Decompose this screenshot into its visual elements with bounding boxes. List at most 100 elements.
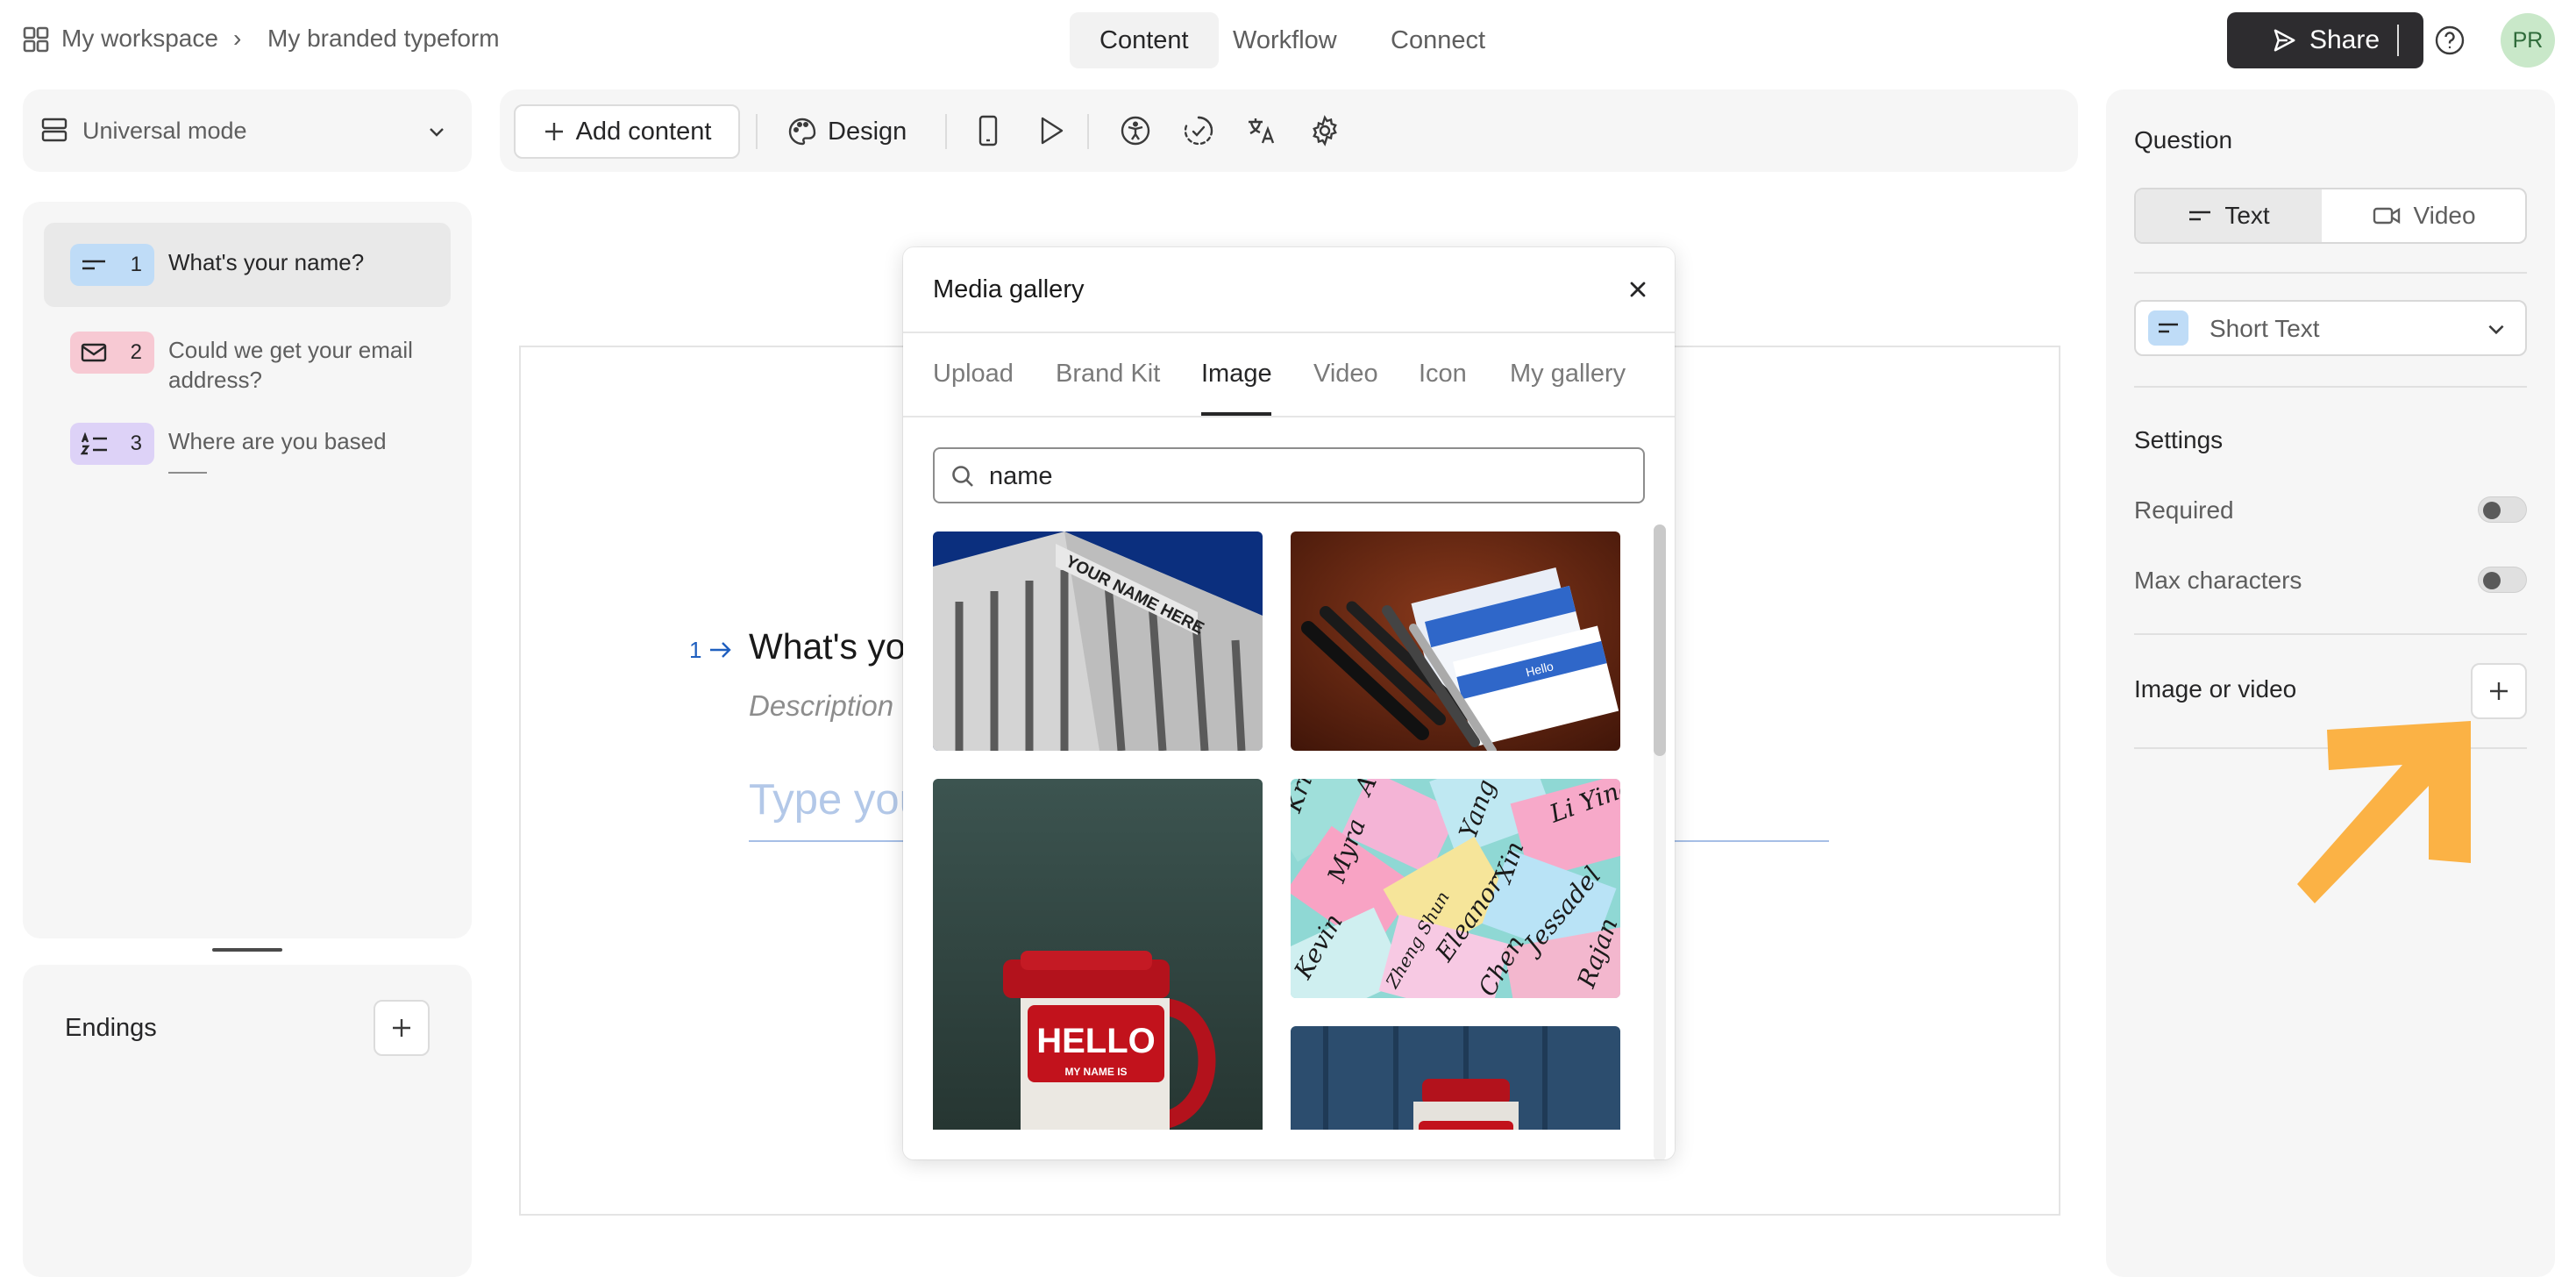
arrow-right-icon [708, 640, 733, 660]
toolbar-divider [1087, 114, 1089, 149]
mode-label: Universal mode [82, 118, 247, 144]
media-gallery-title: Media gallery [933, 275, 1085, 303]
question-heading: Question [2134, 126, 2233, 153]
question-number: 1 [130, 253, 142, 276]
question-type-label: Short Text [2210, 315, 2320, 342]
close-icon[interactable] [1627, 279, 1648, 300]
question-number: 2 [130, 340, 142, 364]
text-toggle-button[interactable]: Text [2136, 189, 2322, 242]
annotation-arrow-icon [2297, 721, 2490, 905]
gallery-tab-image[interactable]: Image [1201, 360, 1272, 389]
max-characters-label: Max characters [2134, 567, 2302, 594]
gallery-image-sticky-names[interactable]: Kristen Myra Kevin Eleanor Li Yina Xin J… [1291, 779, 1620, 998]
gallery-tab-video[interactable]: Video [1313, 360, 1378, 389]
question-item-2[interactable]: 2 Could we get your email address? [44, 310, 451, 398]
share-button[interactable]: Share [2227, 12, 2423, 68]
header-divider [903, 332, 1675, 333]
gallery-image-name-tags[interactable]: Hello [1291, 531, 1620, 751]
dropdown-list-icon [81, 432, 107, 455]
gear-icon[interactable] [1306, 112, 1343, 149]
image-or-video-label: Image or video [2134, 675, 2297, 703]
gallery-scrollbar-thumb[interactable] [1654, 524, 1666, 756]
question-badge: 2 [70, 332, 154, 374]
question-text: Could we get your email address? [168, 337, 413, 393]
questions-list: 1 What's your name? 2 Could we get your … [23, 202, 472, 938]
settings-heading: Settings [2134, 426, 2224, 453]
toggle-knob [2483, 572, 2501, 589]
max-characters-toggle[interactable] [2478, 567, 2527, 593]
add-content-label: Add content [575, 117, 712, 146]
video-toggle-button[interactable]: Video [2322, 189, 2527, 242]
help-icon[interactable] [2434, 25, 2466, 56]
mug-subtitle-text: MY NAME IS [1064, 1066, 1127, 1078]
tab-content[interactable]: Content [1070, 12, 1219, 68]
translate-icon[interactable] [1243, 112, 1280, 149]
apps-grid-icon[interactable] [23, 26, 49, 53]
editor-toolbar: Add content Design [500, 89, 2078, 172]
endings-label: Endings [65, 1014, 157, 1042]
mobile-preview-icon[interactable] [970, 112, 1007, 149]
gallery-footer [903, 1130, 1675, 1159]
required-label: Required [2134, 496, 2234, 524]
question-type-dropdown[interactable]: Short Text [2134, 300, 2527, 356]
text-toggle-label: Text [2224, 202, 2270, 229]
question-badge: 3 [70, 423, 154, 465]
mug-hello-text: HELLO [1036, 1022, 1156, 1060]
gallery-tab-icon[interactable]: Icon [1419, 360, 1467, 389]
endings-panel: Endings [23, 965, 472, 1277]
add-content-button[interactable]: Add content [514, 104, 740, 159]
video-camera-icon [2373, 207, 2401, 225]
question-text: What's your name? [168, 249, 365, 275]
design-button[interactable]: Design [787, 104, 907, 159]
play-icon[interactable] [1033, 112, 1070, 149]
question-text-underline [168, 472, 207, 474]
mail-icon [81, 343, 107, 362]
question-item-3[interactable]: 3 Where are you based [44, 402, 451, 489]
search-input[interactable] [989, 458, 1603, 495]
gallery-tab-upload[interactable]: Upload [933, 360, 1014, 389]
canvas-question-title[interactable]: What's yo [749, 626, 906, 667]
top-bar: My workspace › My branded typeform Conte… [0, 0, 2576, 81]
gallery-tab-brand-kit[interactable]: Brand Kit [1056, 360, 1160, 389]
header-divider [2397, 25, 2399, 56]
required-toggle[interactable] [2478, 496, 2527, 523]
canvas-question-description[interactable]: Description [749, 689, 893, 723]
search-box[interactable] [933, 447, 1645, 503]
mode-selector[interactable]: Universal mode [23, 89, 472, 172]
short-text-icon [82, 260, 105, 270]
palette-icon [788, 118, 816, 146]
section-divider [2134, 272, 2527, 274]
share-label: Share [2309, 25, 2380, 54]
resize-handle[interactable] [212, 948, 282, 952]
media-gallery-dialog: Media gallery Upload Brand Kit Image Vid… [903, 247, 1675, 1159]
short-text-badge [2148, 310, 2188, 346]
question-number-indicator: 1 [689, 637, 702, 663]
chevron-down-icon [426, 121, 447, 142]
question-settings-panel: Question Text Video Short Text Settings … [2106, 89, 2555, 1277]
short-text-icon [2189, 210, 2211, 221]
tab-workflow[interactable]: Workflow [1203, 12, 1367, 68]
question-item-1[interactable]: 1 What's your name? [44, 223, 451, 307]
breadcrumb-separator: › [233, 25, 242, 52]
gallery-image-building[interactable]: YOUR NAME HERE [933, 531, 1263, 751]
gallery-scrollbar-track[interactable] [1654, 524, 1666, 1159]
loading-spinner-icon[interactable] [1180, 112, 1217, 149]
question-text: Where are you based [168, 428, 387, 454]
section-divider [2134, 386, 2527, 388]
design-label: Design [828, 117, 907, 146]
breadcrumb-form-name[interactable]: My branded typeform [267, 25, 500, 53]
add-image-or-video-button[interactable] [2471, 663, 2527, 719]
question-number: 3 [130, 432, 142, 455]
add-ending-button[interactable] [374, 1000, 430, 1056]
plus-icon [544, 123, 563, 140]
gallery-image-hello-mug[interactable]: HELLO MY NAME IS [933, 779, 1263, 1159]
breadcrumb-workspace[interactable]: My workspace [61, 25, 218, 53]
accessibility-icon[interactable] [1117, 112, 1154, 149]
avatar[interactable]: PR [2501, 13, 2555, 68]
gallery-tab-my-gallery[interactable]: My gallery [1510, 360, 1626, 389]
question-type-toggle: Text Video [2134, 188, 2527, 244]
send-icon [2271, 27, 2297, 54]
section-divider [2134, 633, 2527, 635]
tab-connect[interactable]: Connect [1361, 12, 1515, 68]
search-icon [950, 464, 975, 489]
